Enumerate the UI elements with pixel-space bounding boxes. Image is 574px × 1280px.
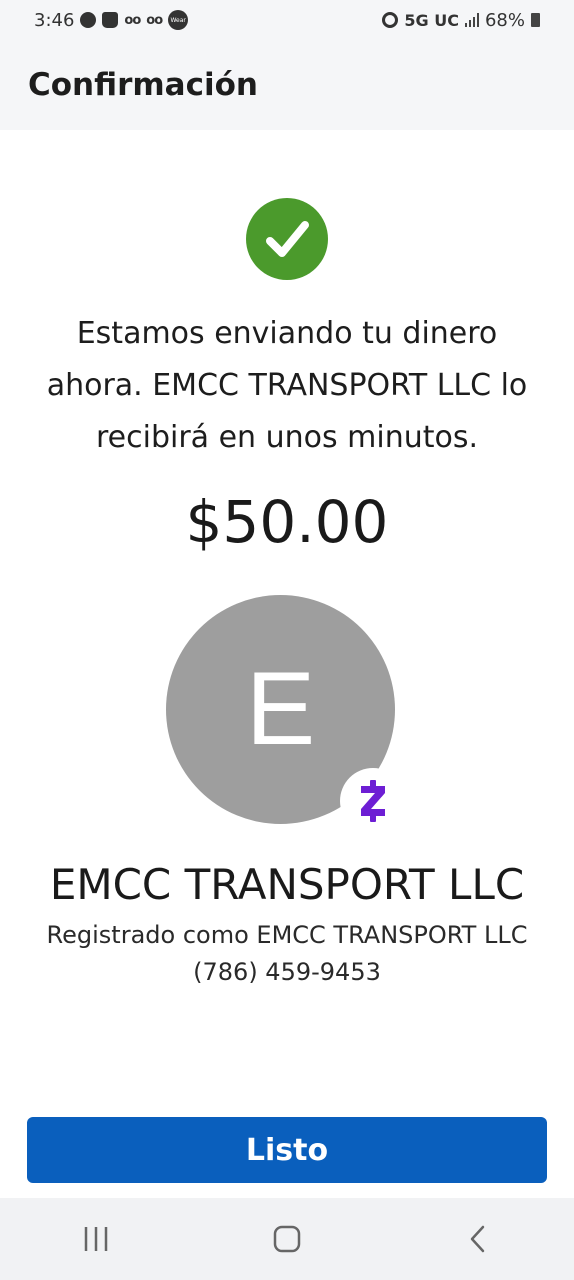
shopping-bag-icon [102,12,119,28]
home-icon [273,1225,301,1253]
voicemail-icon-2: oo [146,12,163,28]
status-bar: 3:46 oo oo Wear 5G UC 68% [0,0,574,40]
zelle-logo-icon [361,780,385,822]
navigation-bar [0,1198,574,1280]
wear-icon: Wear [168,10,189,30]
avatar-initial: E [245,651,316,767]
check-icon [266,221,309,257]
voicemail-icon: oo [124,12,141,28]
back-button[interactable] [448,1209,508,1269]
success-check [246,198,328,280]
app-header: Confirmación [0,40,574,130]
amount: $50.00 [185,488,389,556]
status-time: 3:46 [34,9,75,31]
battery-icon [531,13,540,27]
done-button[interactable]: Listo [27,1117,547,1183]
signal-icon [464,13,479,27]
chat-notification-icon [80,12,97,28]
registered-as: Registrado como EMCC TRANSPORT LLC [46,921,528,949]
recents-button[interactable] [66,1209,126,1269]
status-left: 3:46 oo oo Wear [34,9,189,31]
confirmation-message: Estamos enviando tu dinero ahora. EMCC T… [46,316,528,455]
status-right: 5G UC 68% [382,10,540,31]
alarm-icon [382,12,399,28]
recipient-name: EMCC TRANSPORT LLC [49,860,525,909]
recipient-phone: (786) 459-9453 [193,958,381,986]
recents-icon [84,1227,107,1251]
page-title: Confirmación [28,67,258,103]
network-label: 5G UC [404,10,459,30]
zelle-badge [340,768,406,834]
back-icon [471,1225,485,1253]
battery-percent: 68% [484,9,525,31]
home-button[interactable] [257,1209,317,1269]
